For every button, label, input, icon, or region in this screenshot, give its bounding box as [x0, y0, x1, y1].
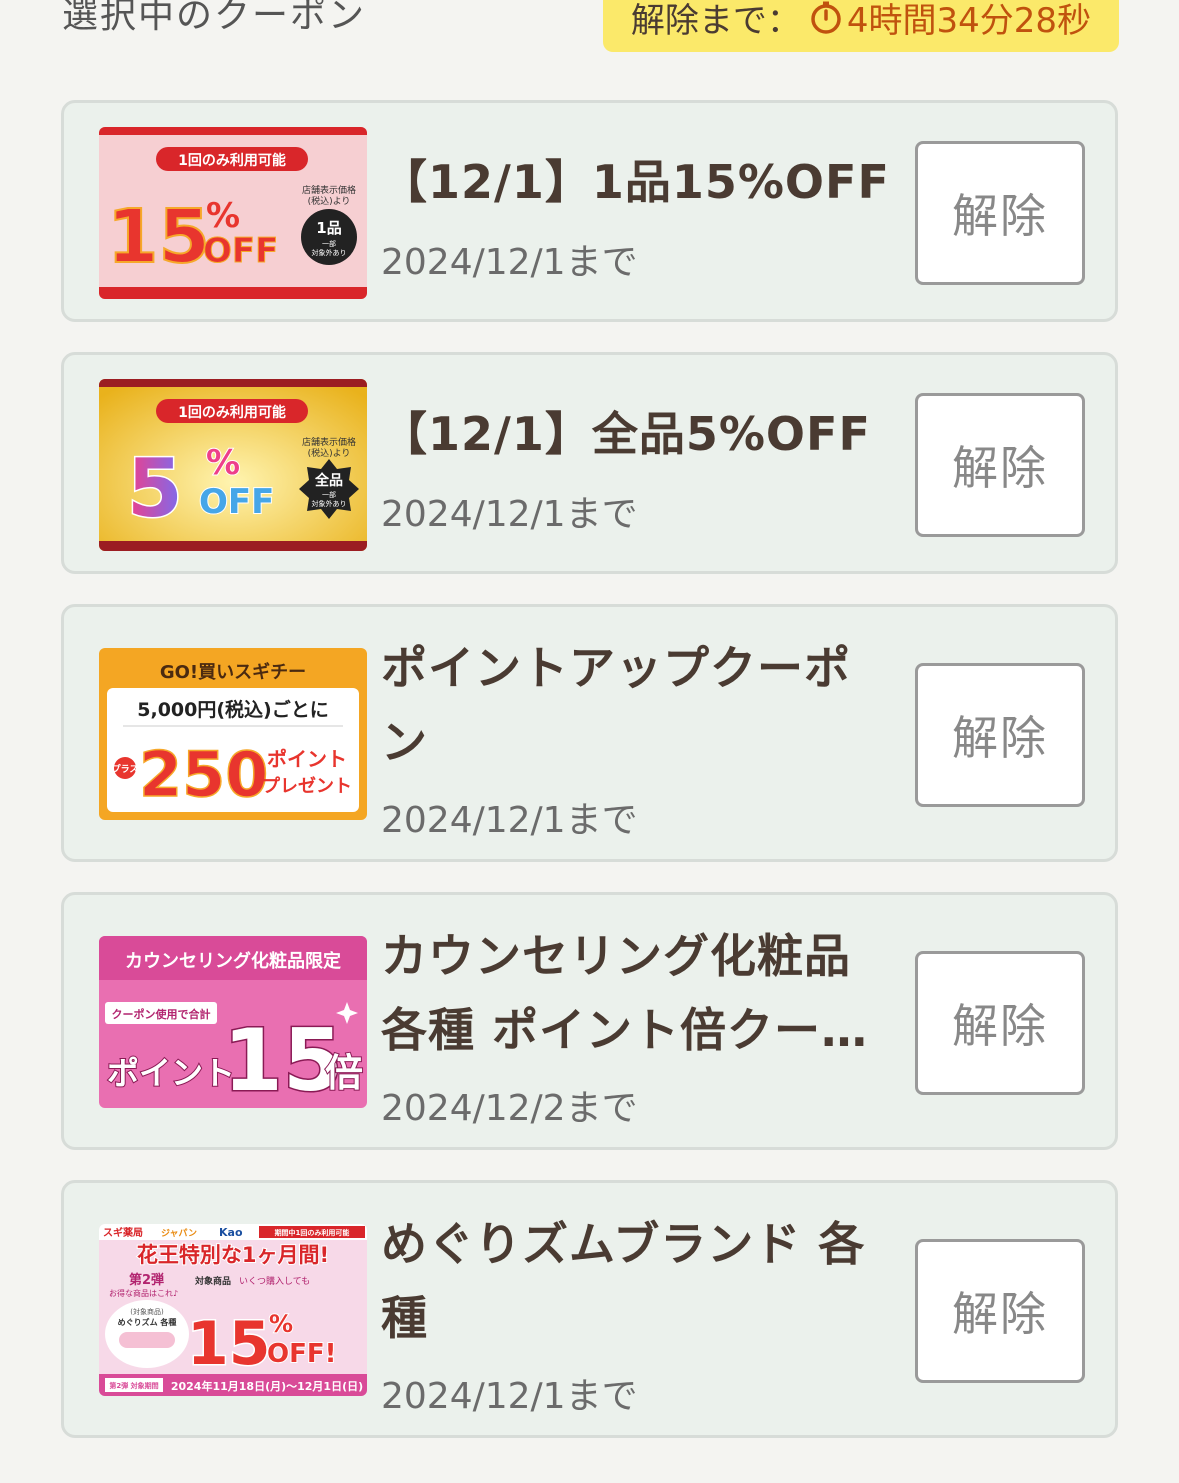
coupon-card[interactable]: カウンセリング化粧品限定 クーポン使用で合計 ポイント 15 倍 カウンセリング…	[61, 892, 1118, 1150]
timer-value: 4時間34分28秒	[846, 0, 1092, 41]
coupon-image-period: 2024年11月18日(月)〜12月1日(日)	[171, 1379, 363, 1393]
coupon-image-big: 5	[127, 442, 183, 535]
coupon-image-top-right: 期間中1回のみ利用可能	[275, 1228, 350, 1237]
coupon-image: 1回のみ利用可能 15 % OFF 店舗表示価格 (税込)より 1品 一部 対象…	[99, 127, 367, 299]
coupon-image-target-sub: いくつ購入しても	[239, 1275, 310, 1287]
coupon-image-target: 対象商品	[194, 1275, 231, 1287]
coupon-image-brand1: スギ薬局	[103, 1226, 143, 1239]
coupon-image-note2: (税込)より	[308, 195, 351, 207]
coupon-image-circle3: 対象外あり	[312, 499, 347, 508]
coupon-image-word: ポイント	[107, 1054, 235, 1092]
coupon-image-big: 15	[187, 1309, 271, 1379]
coupon-card[interactable]: GO!買いスギチー 5,000円(税込)ごとに プラス 250 ポイント プレゼ…	[61, 604, 1118, 862]
coupon-title: 【12/1】全品5%OFF	[381, 407, 871, 461]
coupon-image-circle2: 一部	[322, 239, 336, 248]
coupon-title: 【12/1】1品15%OFF	[381, 155, 890, 209]
coupon-card[interactable]: スギ薬局 ジャパン Kao 期間中1回のみ利用可能 花王特別な1ヶ月間! 第2弾…	[61, 1180, 1118, 1438]
release-button[interactable]: 解除	[915, 951, 1085, 1095]
clock-icon	[811, 1, 841, 34]
coupon-image-circle2: 一部	[322, 490, 336, 499]
coupon-image-small: クーポン使用で合計	[112, 1007, 211, 1021]
coupon-image-circle3: 対象外あり	[312, 248, 347, 257]
coupon-image-note1: 店舗表示価格	[302, 436, 356, 448]
coupon-image-brand2: ジャパン	[161, 1227, 197, 1239]
coupon-image-brand3: Kao	[219, 1226, 243, 1239]
coupon-title: カウンセリング化粧品各種 ポイント倍クーポン	[381, 929, 869, 1057]
release-button[interactable]: 解除	[915, 393, 1085, 537]
coupon-image: スギ薬局 ジャパン Kao 期間中1回のみ利用可能 花王特別な1ヶ月間! 第2弾…	[99, 1224, 367, 1396]
coupon-image-phase-sub: お得な商品はこれ♪	[109, 1288, 178, 1298]
coupon-card[interactable]: 1回のみ利用可能 15 % OFF 店舗表示価格 (税込)より 1品 一部 対象…	[61, 100, 1118, 322]
coupon-image-period-tag: 第2弾 対象期間	[109, 1381, 158, 1390]
coupon-image: 1回のみ利用可能 5 % OFF 店舗表示価格 (税込)より 全品 一部 対象外…	[99, 379, 367, 551]
coupon-image-headline: 花王特別な1ヶ月間!	[137, 1243, 329, 1267]
coupon-card[interactable]: 1回のみ利用可能 5 % OFF 店舗表示価格 (税込)より 全品 一部 対象外…	[61, 352, 1118, 574]
page-title: 選択中のクーポン	[62, 0, 367, 36]
release-button[interactable]: 解除	[915, 663, 1085, 807]
release-button[interactable]: 解除	[915, 141, 1085, 285]
coupon-image-pct: %	[269, 1310, 293, 1338]
coupon-expiry: 2024/12/2まで	[381, 1088, 638, 1129]
coupon-image: カウンセリング化粧品限定 クーポン使用で合計 ポイント 15 倍	[99, 936, 367, 1108]
coupon-image-unit2: プレゼント	[262, 775, 352, 797]
coupon-expiry: 2024/12/1まで	[381, 494, 638, 535]
coupon-image-pct: %	[206, 443, 240, 483]
coupon-image-note2: (税込)より	[308, 447, 351, 459]
coupon-image-plus: プラス	[112, 763, 139, 775]
coupon-image-phase: 第2弾	[129, 1272, 164, 1288]
coupon-image-unit1: ポイント	[267, 747, 347, 771]
coupon-image-circle1: 1品	[316, 219, 341, 237]
timer-label: 解除まで：	[630, 0, 801, 41]
coupon-image-top: GO!買いスギチー	[160, 662, 306, 683]
coupon-title: めぐりズムブランド 各種	[381, 1217, 866, 1345]
coupon-image: GO!買いスギチー 5,000円(税込)ごとに プラス 250 ポイント プレゼ…	[99, 648, 367, 820]
coupon-image-line: 5,000円(税込)ごとに	[137, 698, 328, 721]
coupon-image-unit: 倍	[325, 1051, 363, 1095]
coupon-image-big: 15	[107, 194, 210, 280]
coupon-image-off: OFF!	[267, 1339, 336, 1369]
coupon-image-off: OFF	[199, 482, 274, 522]
coupon-image-big: 250	[139, 738, 268, 811]
coupon-expiry: 2024/12/1まで	[381, 1376, 638, 1417]
header: 選択中のクーポン 解除まで： 4時間34分28秒	[0, 0, 1179, 60]
release-timer-badge: 解除まで： 4時間34分28秒	[603, 0, 1119, 52]
coupon-expiry: 2024/12/1まで	[381, 242, 638, 283]
coupon-image-badge: 1回のみ利用可能	[178, 404, 286, 421]
coupon-image-pct: %	[206, 196, 240, 236]
coupon-expiry: 2024/12/1まで	[381, 800, 638, 841]
coupon-title: ポイントアップクーポン	[381, 641, 851, 769]
coupon-image-product1: (対象商品)	[130, 1307, 164, 1316]
coupon-image-top: カウンセリング化粧品限定	[125, 950, 341, 972]
coupon-image-off: OFF	[203, 231, 278, 271]
coupon-image-note1: 店舗表示価格	[302, 184, 356, 196]
coupon-image-badge: 1回のみ利用可能	[178, 152, 286, 169]
coupon-image-circle1: 全品	[314, 472, 343, 489]
release-button[interactable]: 解除	[915, 1239, 1085, 1383]
coupon-image-product2: めぐりズム 各種	[118, 1317, 177, 1327]
